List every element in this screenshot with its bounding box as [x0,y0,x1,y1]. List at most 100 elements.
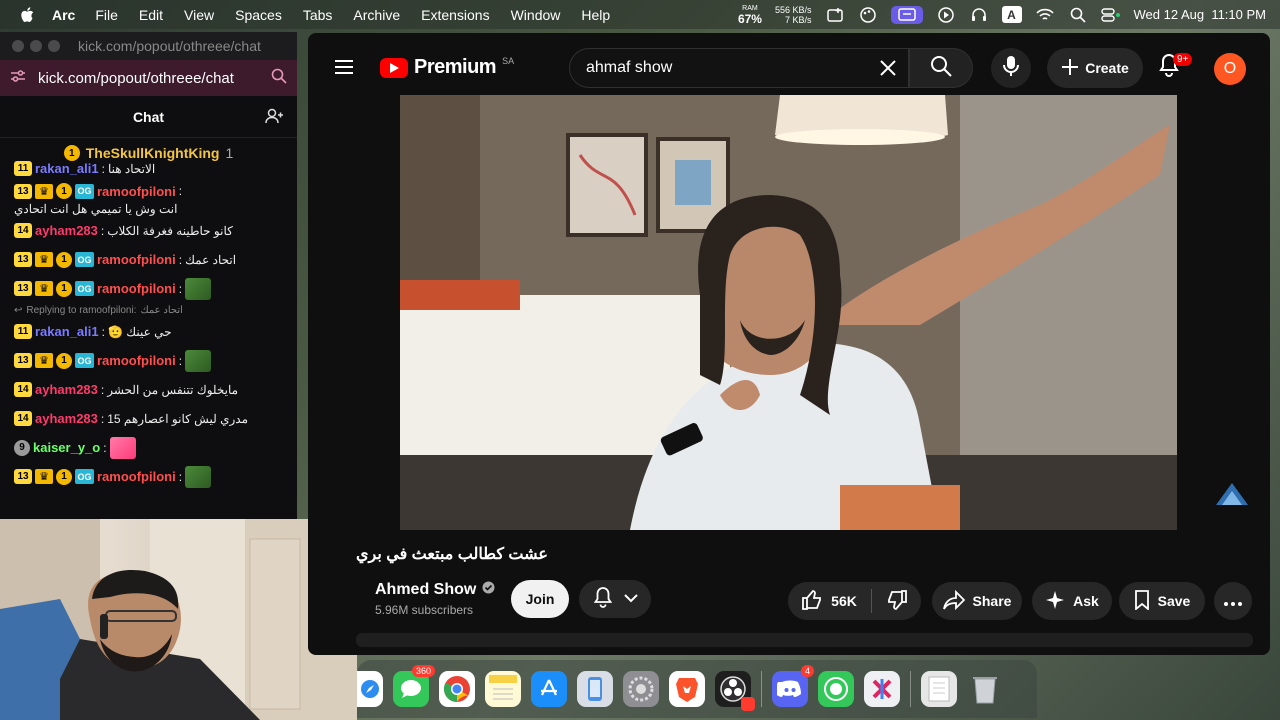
chat-username[interactable]: ramoofpiloni [97,469,176,484]
create-button[interactable]: Create [1047,48,1143,88]
clear-search-icon[interactable] [878,58,898,83]
more-actions-button[interactable] [1214,582,1252,620]
share-button[interactable]: Share [932,582,1022,620]
wifi-icon[interactable] [1035,6,1055,24]
menu-icon[interactable] [334,59,354,80]
save-button[interactable]: Save [1119,582,1205,620]
dock-discord-icon[interactable]: 4 [772,665,814,707]
dock-safari-icon[interactable] [357,671,383,707]
dock-system-settings-icon[interactable] [623,671,659,707]
chat-username[interactable]: ramoofpiloni [97,353,176,368]
join-button[interactable]: Join [511,580,569,618]
logo-text: Premium [414,56,497,78]
palette-icon[interactable] [858,6,878,24]
search-button[interactable] [909,48,973,88]
menu-spaces[interactable]: Spaces [235,7,282,23]
dock-chrome-icon[interactable] [439,671,475,707]
channel-name[interactable]: Ahmed Show [375,581,476,599]
dock-downloads-icon[interactable] [921,671,957,707]
maximize-window-button[interactable] [48,40,60,52]
chat-username[interactable]: ayham283 [35,223,98,238]
clock[interactable]: Wed 12 Aug 11:10 PM [1134,7,1267,22]
dislike-button[interactable] [886,589,908,614]
dock-simulator-icon[interactable] [577,671,613,707]
play-circle-icon[interactable] [936,6,956,24]
search-input[interactable]: ahmaf show [569,48,909,88]
control-center-icon[interactable] [1100,6,1121,24]
webcam-overlay [0,519,357,720]
network-monitor[interactable]: 556 KB/s 7 KB/s [775,5,812,25]
ask-button[interactable]: Ask [1032,582,1112,620]
apple-icon[interactable] [18,6,36,24]
chat-message[interactable]: 13 ♛ 1 OG ramoofpiloni: [14,462,283,491]
create-label: Create [1085,60,1129,76]
app-menu-arc[interactable]: Arc [52,7,75,23]
chat-message[interactable]: 9 kaiser_y_o: [14,433,283,462]
find-icon[interactable] [271,68,287,88]
messages-badge: 360 [411,665,435,677]
chat-message[interactable]: 13 ♛ 1 OG ramoofpiloni: [14,274,283,303]
menu-tabs[interactable]: Tabs [303,7,333,23]
pinned-user: TheSkullKnightKing [85,145,220,161]
headphones-icon[interactable] [969,6,989,24]
menu-extensions[interactable]: Extensions [421,7,489,23]
chat-colon: : [178,252,183,267]
chat-username[interactable]: ramoofpiloni [97,184,176,199]
dock-app-store-icon[interactable] [531,671,567,707]
screen-share-icon[interactable] [890,5,923,24]
users-icon[interactable] [265,108,283,127]
like-button[interactable]: 56K [801,589,857,614]
youtube-play-icon [380,57,408,78]
chat-username[interactable]: ramoofpiloni [97,281,176,296]
chat-username[interactable]: rakan_ali1 [35,161,99,176]
like-dislike-bar: 56K [788,582,921,620]
chat-username[interactable]: ayham283 [35,411,98,426]
dock-messages-icon[interactable]: 360 [393,665,435,707]
chat-message[interactable]: 14 ayham283: مايخلوك تتنفس من الحشر [14,375,283,404]
youtube-logo[interactable]: Premium SA [380,56,514,79]
minimize-window-button[interactable] [30,40,42,52]
dock-trash-icon[interactable] [967,671,1003,707]
chat-username[interactable]: ramoofpiloni [97,252,176,267]
gift-coin-icon: 1 [56,251,72,268]
search-icon[interactable] [1068,6,1088,24]
dock-xcode-instruments-icon[interactable] [864,671,900,707]
chat-message[interactable]: 13 ♛ 1 OG ramoofpiloni: [14,346,283,375]
chat-message[interactable]: 14 ayham283: كانو حاطينه فغرفة الكلاب [14,216,283,245]
site-settings-icon[interactable] [10,69,26,87]
dock-notes-icon[interactable] [485,671,521,707]
level-badge: 14 [14,223,32,238]
channel-info[interactable]: Ahmed Show 5.96M subscribers [375,581,495,617]
description-box[interactable] [356,633,1253,647]
chat-username[interactable]: ayham283 [35,382,98,397]
menu-archive[interactable]: Archive [353,7,400,23]
chat-message[interactable]: 11 rakan_ali1: حي عينك 🫡 [14,317,283,346]
chat-message[interactable]: 13 ♛ 1 OG ramoofpiloni: انت وش يا تميمي هل ان… [14,183,283,216]
input-source-icon[interactable]: A [1001,6,1022,23]
dock-find-my-icon[interactable] [818,671,854,707]
menu-edit[interactable]: Edit [139,7,163,23]
menu-view[interactable]: View [184,7,214,23]
url-bar[interactable]: kick.com/popout/othreee/chat [0,60,297,96]
account-avatar[interactable]: O [1214,53,1246,85]
voice-search-button[interactable] [991,48,1031,88]
chat-message[interactable]: 13 ♛ 1 OG ramoofpiloni: اتحاد عمك [14,245,283,274]
dock-obs-icon[interactable] [715,671,755,711]
search-value: ahmaf show [586,59,673,76]
chat-messages[interactable]: 11 rakan_ali1: الاتحاد هنا 13 ♛ 1 OG ramoofpilo… [0,154,297,491]
menu-help[interactable]: Help [581,7,610,23]
screenshot-icon[interactable] [825,6,845,24]
chat-username[interactable]: kaiser_y_o [33,440,100,455]
menu-file[interactable]: File [95,7,118,23]
chat-message[interactable]: 14 ayham283: مدري ليش كانو اعصارهم 15 [14,404,283,433]
video-player[interactable] [400,95,1177,530]
dock-brave-icon[interactable] [669,671,705,707]
ask-label: Ask [1073,593,1099,609]
menu-window[interactable]: Window [511,7,561,23]
close-window-button[interactable] [12,40,24,52]
chat-username[interactable]: rakan_ali1 [35,324,99,339]
sparkle-icon [1045,590,1065,613]
reply-context: ↩ Replying to ramoofpiloni: اتحاد عمك [14,303,283,317]
subscribe-notifications-button[interactable] [579,580,651,618]
ram-monitor[interactable]: RAM 67% [738,4,762,26]
